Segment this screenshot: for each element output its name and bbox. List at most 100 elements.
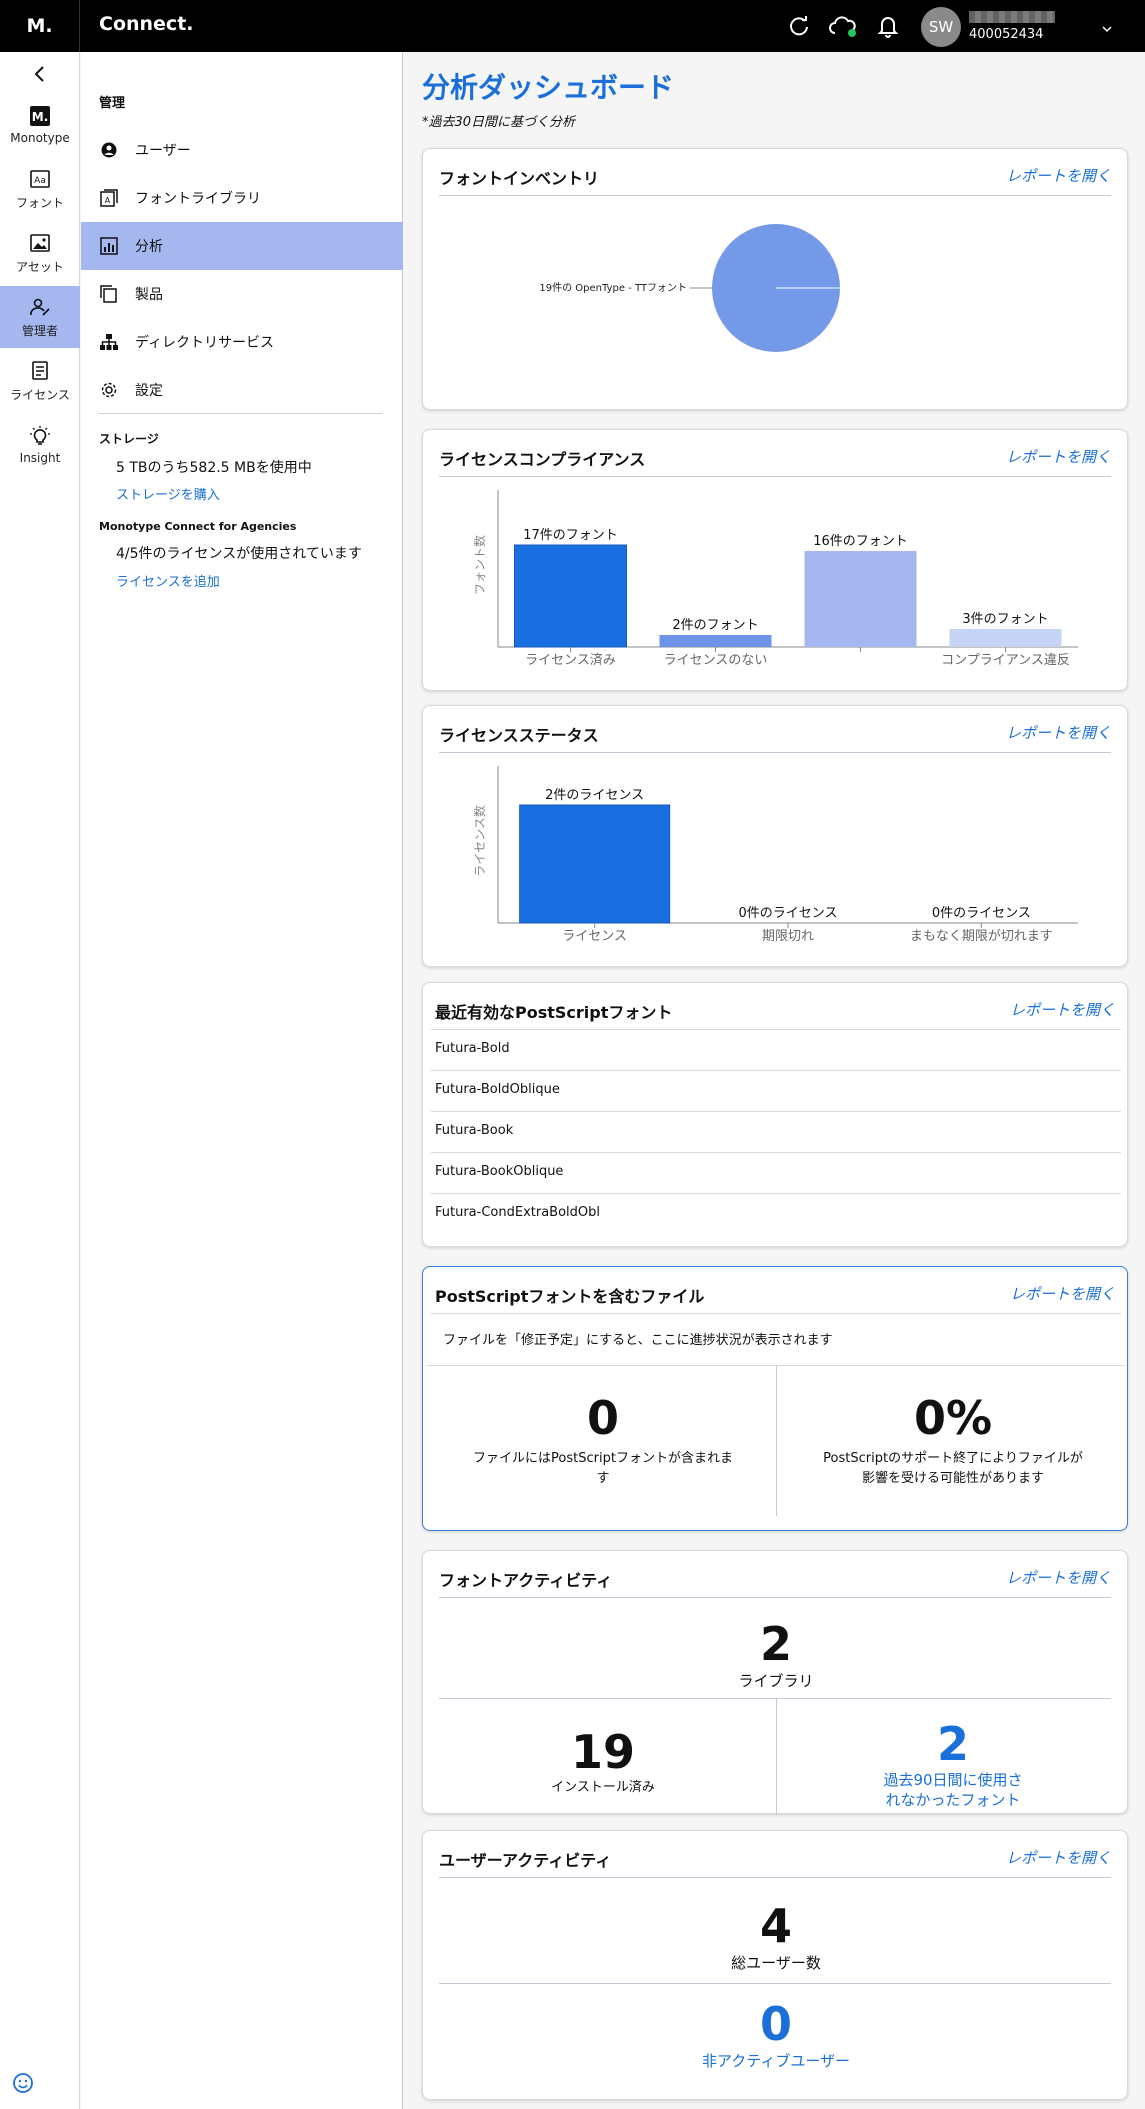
total-users-stat: 4 総ユーザー数 [423,1903,1129,1974]
license-status-card: ライセンスステータス レポートを開く ライセンス数 2件のライセンス ライセンス 0件… [422,705,1128,967]
sidebar-item-font-library[interactable]: A フォントライブラリ [81,174,403,222]
card-divider [439,1597,1111,1598]
bar-data-label: 0件のライセンス [738,906,837,921]
postscript-font-row[interactable]: Futura-BookOblique [435,1164,1117,1179]
open-report-link[interactable]: レポートを開く [1006,1567,1111,1588]
bell-icon[interactable] [874,12,902,40]
sidebar-item-users[interactable]: ユーザー [81,126,403,174]
installed-label: インストール済み [551,1780,655,1795]
top-bar: M. Connect. SW 400052434 [0,0,1145,52]
files-count-label: ファイルにはPostScriptフォントが含まれま [473,1451,733,1466]
inactive-users-stat[interactable]: 0 非アクティブユーザー [423,2001,1129,2072]
stat-divider [776,1366,777,1516]
refresh-icon[interactable] [785,12,813,40]
row-divider [431,1193,1121,1194]
directory-icon [99,332,119,352]
files-count: 0 [586,1391,619,1445]
recent-postscript-card: 最近有効なPostScriptフォント レポートを開く Futura-Bold … [422,982,1128,1247]
files-percent-label: PostScriptのサポート終了によりファイルが [823,1451,1083,1466]
bar-data-label: 2件のライセンス [545,788,644,803]
add-license-link[interactable]: ライセンスを追加 [116,571,220,590]
files-percent: 0% [913,1391,993,1445]
card-divider [439,1877,1111,1878]
products-icon [99,284,119,304]
rail-item-label: アセット [16,259,64,274]
card-divider [431,1313,1121,1314]
postscript-font-row[interactable]: Futura-Bold [435,1041,1117,1056]
gear-icon [99,380,119,400]
postscript-files-card: PostScriptフォントを含むファイル レポートを開く ファイルを「修正予定… [422,1266,1128,1531]
row-divider [431,1111,1121,1112]
user-icon [99,140,119,160]
postscript-font-row[interactable]: Futura-CondExtraBoldObl [435,1205,1117,1220]
font-library-icon: A [99,188,119,208]
progress-note: ファイルを「修正予定」にすると、ここに進捗状況が表示されます [443,1333,833,1348]
rail-item-monotype[interactable]: M. Monotype [0,94,80,156]
rail-item-admin[interactable]: 管理者 [0,286,80,348]
analytics-icon [99,236,119,256]
avatar[interactable]: SW [921,7,961,47]
sidebar-item-analytics[interactable]: 分析 [81,222,403,270]
font-inventory-card: フォントインベントリ レポートを開く 19件の OpenType - TTフォン… [422,148,1128,410]
total-users-label: 総ユーザー数 [731,1954,821,1972]
bar [519,804,671,924]
rail-item-label: フォント [15,195,64,210]
postscript-font-row[interactable]: Futura-Book [435,1123,1117,1138]
sidebar-item-settings[interactable]: 設定 [81,366,403,414]
bar-data-label: 0件のライセンス [932,906,1031,921]
x-tick-label: コンプライアンス違反 [941,653,1070,668]
bar-data-label: 2件のフォント [672,618,758,633]
chevron-down-icon[interactable] [1100,22,1114,36]
row-divider [431,1070,1121,1071]
rail-item-label: ライセンス [10,387,70,402]
bar-data-label: 16件のフォント [813,534,908,549]
sidebar-item-label: ユーザー [135,143,191,159]
x-tick-label: まもなく期限が切れます [910,929,1053,944]
open-report-link[interactable]: レポートを開く [1010,1283,1115,1304]
buy-storage-link[interactable]: ストレージを購入 [116,484,220,503]
open-report-link[interactable]: レポートを開く [1006,1847,1111,1868]
bar [804,551,917,647]
x-tick-label: 期限切れ [762,929,814,944]
card-divider [439,1698,1111,1699]
sidebar-item-label: ディレクトリサービス [135,335,275,351]
smiley-feedback-icon[interactable] [12,2072,34,2094]
agencies-license-usage: 4/5件のライセンスが使用されています [116,546,362,562]
sidebar-item-products[interactable]: 製品 [81,270,403,318]
unused-fonts-label: 過去90日間に使用さ [883,1771,1023,1789]
rail-item-insight[interactable]: Insight [0,414,80,476]
total-users-count: 4 [759,1899,792,1953]
card-title: ユーザーアクティビティ [439,1851,612,1870]
y-axis-label: ライセンス数 [472,805,487,877]
user-activity-card: ユーザーアクティビティ レポートを開く 4 総ユーザー数 0 非アクティブユーザ… [422,1830,1128,2100]
installed-stat: 19 インストール済み [433,1729,773,1797]
y-axis-label: フォント数 [472,535,487,595]
license-compliance-card: ライセンスコンプライアンス レポートを開く フォント数 17件のフォント ライセンス… [422,429,1128,691]
chevron-left-icon[interactable] [28,62,52,86]
storage-heading: ストレージ [99,432,159,446]
open-report-link[interactable]: レポートを開く [1010,999,1115,1020]
postscript-font-row[interactable]: Futura-BoldOblique [435,1082,1117,1097]
cloud-sync-icon[interactable] [827,12,859,40]
rail-item-label: Monotype [10,131,70,145]
bar-data-label: 3件のフォント [962,612,1048,627]
sidebar-item-directory[interactable]: ディレクトリサービス [81,318,403,366]
unused-fonts-count: 2 [936,1717,969,1771]
row-divider [431,1029,1121,1030]
rail-item-fonts[interactable]: Aa フォント [0,158,80,220]
files-percent-label: 影響を受ける可能性があります [861,1470,1044,1486]
sidebar-section-title: 管理 [99,96,126,111]
rail-item-license[interactable]: ライセンス [0,350,80,412]
storage-usage: 5 TBのうち582.5 MBを使用中 [116,460,312,476]
files-count-label: す [596,1470,610,1486]
inactive-users-label: 非アクティブユーザー [701,2052,851,2070]
rail-item-assets[interactable]: アセット [0,222,80,284]
agencies-heading: Monotype Connect for Agencies [99,520,297,533]
svg-text:A: A [105,196,111,205]
app-brand: Connect. [99,13,194,35]
lightbulb-icon [29,425,51,447]
x-tick-label: ライセンス [562,929,627,944]
unused-fonts-stat[interactable]: 2 過去90日間に使用さ れなかったフォント [783,1721,1123,1810]
monotype-logo[interactable]: M. [0,0,80,52]
bar [514,544,627,648]
